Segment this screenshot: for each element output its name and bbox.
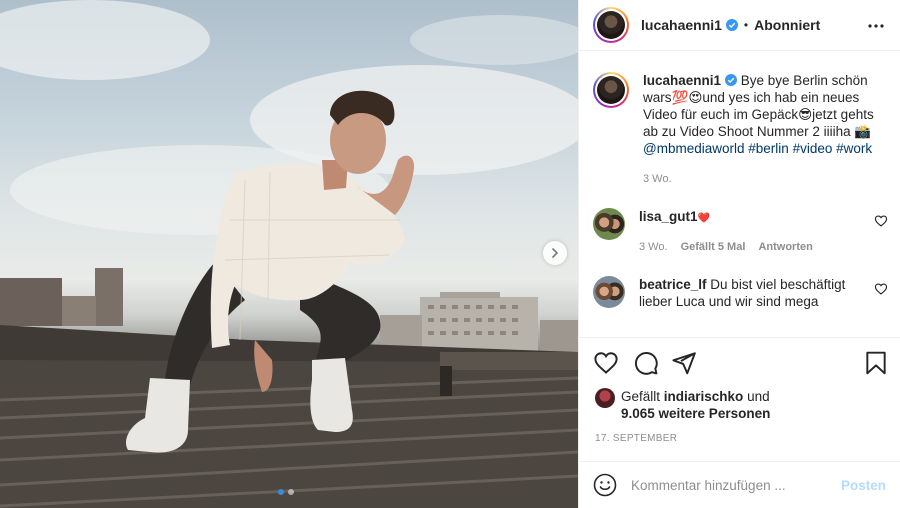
comment-timestamp[interactable]: 3 Wo. bbox=[639, 241, 668, 253]
post-actions bbox=[579, 337, 900, 385]
post-comment-button[interactable]: Posten bbox=[841, 478, 886, 493]
comment-likes[interactable]: Gefällt 5 Mal bbox=[681, 241, 746, 253]
likes-prefix: Gefällt bbox=[621, 389, 664, 404]
emoji-icon[interactable] bbox=[593, 473, 617, 497]
hashtag-link[interactable]: #video bbox=[793, 141, 833, 156]
hashtag-link[interactable]: #berlin bbox=[748, 141, 789, 156]
carousel-dot-2 bbox=[288, 489, 294, 495]
comment-input[interactable] bbox=[631, 477, 841, 493]
add-comment-bar: Posten bbox=[579, 461, 900, 508]
hashtag-link[interactable]: #work bbox=[836, 141, 872, 156]
verified-icon bbox=[725, 19, 738, 31]
caption-avatar[interactable] bbox=[593, 72, 629, 108]
caption-username[interactable]: lucahaenni1 bbox=[643, 73, 721, 88]
heart-icon[interactable] bbox=[874, 214, 888, 228]
caption-timestamp[interactable]: 3 Wo. bbox=[643, 173, 672, 185]
comment-icon[interactable] bbox=[633, 350, 659, 376]
heart-icon[interactable] bbox=[874, 282, 888, 296]
next-arrow-icon bbox=[552, 248, 559, 258]
comment-item: beatrice_lf Du bist viel beschäftigt lie… bbox=[593, 276, 888, 310]
commenter-username[interactable]: lisa_gut1 bbox=[639, 209, 698, 224]
post-caption: lucahaenni1 Bye bye Berlin schön wars💯😍u… bbox=[593, 72, 886, 188]
liker-username[interactable]: indiarischko bbox=[664, 389, 744, 404]
caption-emoji-1: 💯 bbox=[671, 90, 689, 105]
caption-emoji-3: 😎 bbox=[798, 107, 813, 122]
carousel-dot-1 bbox=[278, 489, 284, 495]
author-avatar[interactable] bbox=[593, 7, 629, 43]
caption-emoji-4: 📸 bbox=[854, 124, 872, 139]
commenter-avatar[interactable] bbox=[593, 208, 625, 240]
carousel-indicator bbox=[278, 489, 294, 495]
commenter-avatar[interactable] bbox=[593, 276, 625, 308]
caption-emoji-2: 😍 bbox=[688, 90, 703, 105]
photo-scene bbox=[0, 0, 578, 508]
author-username[interactable]: lucahaenni1 bbox=[641, 17, 722, 33]
comment-emoji: ❤️ bbox=[697, 213, 710, 224]
comment-meta: 3 Wo. Gefällt 5 Mal Antworten bbox=[639, 239, 879, 256]
likes-and: und bbox=[743, 389, 770, 404]
post-header: lucahaenni1 • Abonniert bbox=[579, 0, 900, 51]
more-icon bbox=[868, 24, 884, 28]
caption-meta: 3 Wo. bbox=[643, 171, 883, 188]
comment-item: lisa_gut1❤️ 3 Wo. Gefällt 5 Mal Antworte… bbox=[593, 208, 888, 256]
share-icon[interactable] bbox=[671, 350, 697, 376]
verified-icon bbox=[725, 74, 738, 86]
commenter-username[interactable]: beatrice_lf bbox=[639, 277, 707, 292]
likes-summary: Gefällt indiarischko und 9.065 weitere P… bbox=[595, 388, 770, 422]
next-image-button[interactable] bbox=[543, 241, 567, 265]
post-side-panel: lucahaenni1 • Abonniert lucahaenni1 Bye … bbox=[578, 0, 900, 508]
post-photo[interactable] bbox=[0, 0, 578, 508]
more-options-button[interactable] bbox=[866, 16, 886, 36]
header-separator: • bbox=[743, 18, 749, 32]
likes-count[interactable]: 9.065 weitere Personen bbox=[621, 406, 770, 421]
mention-link[interactable]: @mbmediaworld bbox=[643, 141, 745, 156]
post-date[interactable]: 17. SEPTEMBER bbox=[595, 433, 677, 444]
comments-list[interactable]: lucahaenni1 Bye bye Berlin schön wars💯😍u… bbox=[579, 52, 900, 336]
heart-icon[interactable] bbox=[593, 350, 619, 376]
liker-avatar[interactable] bbox=[595, 388, 615, 408]
reply-button[interactable]: Antworten bbox=[758, 241, 812, 253]
follow-status-button[interactable]: Abonniert bbox=[754, 17, 820, 33]
bookmark-icon[interactable] bbox=[863, 350, 889, 376]
